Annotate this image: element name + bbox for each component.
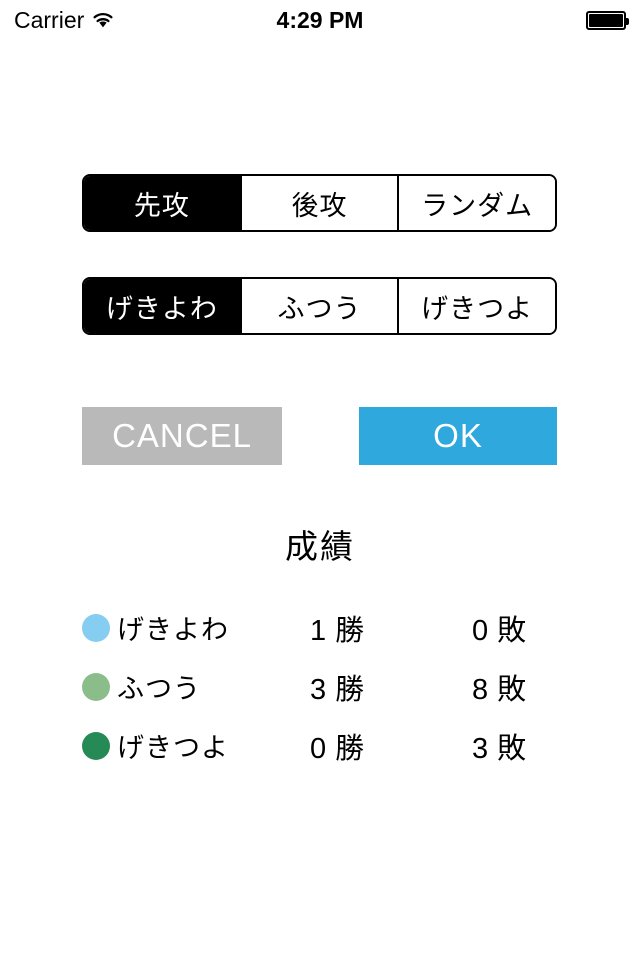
- stats-row-label: げきよわ: [117, 615, 229, 645]
- stats-wins-unit: 勝: [335, 673, 365, 706]
- wifi-icon: [91, 11, 115, 29]
- status-bar-right: [586, 10, 629, 30]
- stats-row-label: ふつう: [117, 674, 201, 704]
- stats-row-losses: 8敗: [472, 666, 592, 708]
- battery-cap: [626, 17, 629, 25]
- ok-button[interactable]: OK: [359, 407, 557, 465]
- stats-row-very-strong: げきつよ 0勝 3敗: [0, 716, 640, 775]
- stats-losses-value: 8: [472, 673, 489, 706]
- stats-losses-value: 3: [472, 732, 489, 765]
- difficulty-color-dot-icon: [82, 731, 110, 760]
- stats-losses-unit: 敗: [497, 614, 527, 647]
- stats-row-normal: ふつう 3勝 8敗: [0, 657, 640, 716]
- carrier-label: Carrier: [14, 6, 85, 33]
- stats-wins-unit: 勝: [335, 614, 365, 647]
- segment-turn-first[interactable]: 先攻: [84, 176, 242, 230]
- stats-wins-value: 0: [310, 732, 327, 765]
- segment-difficulty-normal[interactable]: ふつう: [241, 279, 400, 333]
- stats-list: げきよわ 1勝 0敗 ふつう 3勝 8敗 げきつよ 0勝 3敗: [0, 598, 640, 775]
- turn-order-segmented-control[interactable]: 先攻 後攻 ランダム: [82, 174, 557, 232]
- stats-row-label: げきつよ: [117, 733, 229, 763]
- cancel-button[interactable]: CANCEL: [82, 407, 282, 465]
- stats-row-very-weak: げきよわ 1勝 0敗: [0, 598, 640, 657]
- stats-wins-unit: 勝: [335, 732, 365, 765]
- stats-row-wins: 1勝: [310, 607, 430, 649]
- segment-turn-random[interactable]: ランダム: [399, 176, 555, 230]
- battery-full-icon: [586, 10, 629, 30]
- status-bar: Carrier 4:29 PM: [0, 0, 640, 40]
- stats-losses-value: 0: [472, 614, 489, 647]
- segment-turn-second[interactable]: 後攻: [241, 176, 400, 230]
- difficulty-color-dot-icon: [82, 613, 110, 642]
- difficulty-segmented-control[interactable]: げきよわ ふつう げきつよ: [82, 277, 557, 335]
- stats-title: 成績: [285, 528, 355, 565]
- stats-row-losses: 3敗: [472, 725, 592, 767]
- segment-difficulty-very-weak[interactable]: げきよわ: [84, 279, 242, 333]
- battery-fill: [589, 13, 623, 27]
- stats-row-losses: 0敗: [472, 607, 592, 649]
- stats-wins-value: 1: [310, 614, 327, 647]
- status-bar-left: Carrier: [14, 6, 115, 33]
- stats-losses-unit: 敗: [497, 732, 527, 765]
- difficulty-color-dot-icon: [82, 672, 110, 701]
- stats-losses-unit: 敗: [497, 673, 527, 706]
- segment-difficulty-very-strong[interactable]: げきつよ: [399, 279, 555, 333]
- stats-row-wins: 3勝: [310, 666, 430, 708]
- stats-row-wins: 0勝: [310, 725, 430, 767]
- stats-wins-value: 3: [310, 673, 327, 706]
